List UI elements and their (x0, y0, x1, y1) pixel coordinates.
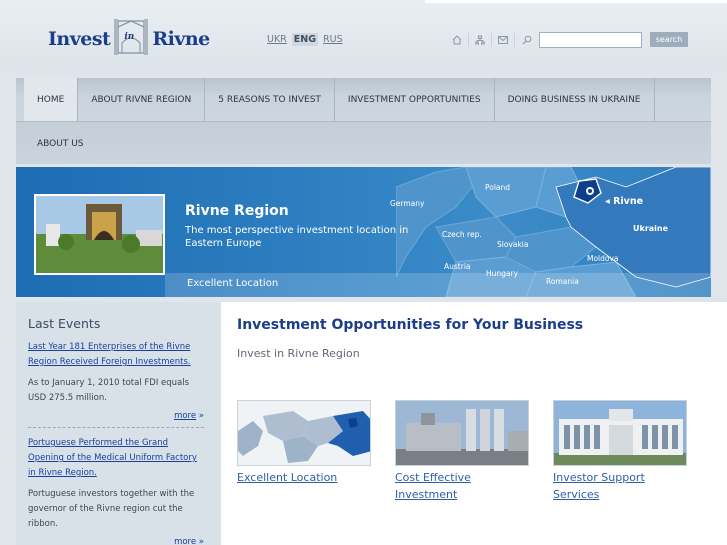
europe-map-thumbnail[interactable] (237, 400, 371, 466)
government-building-thumbnail[interactable] (553, 400, 687, 466)
map-label-slovakia: Slovakia (497, 240, 529, 249)
map-label-moldova: Moldova (587, 254, 619, 263)
logo-word-rivne: Rivne (152, 28, 210, 50)
card-link-cost-effective[interactable]: Cost Effective Investment (395, 469, 529, 503)
logo-word-invest: Invest (48, 28, 111, 50)
event-link[interactable]: Portuguese Performed the Grand Opening o… (28, 436, 204, 481)
nav-row-2: ABOUT US (16, 121, 711, 164)
event-link[interactable]: Last Year 181 Enterprises of the Rivne R… (28, 340, 204, 370)
logo-word-in: in (124, 32, 135, 42)
nav-item-about-us[interactable]: ABOUT US (24, 122, 97, 165)
nav-item-about-rivne-region[interactable]: ABOUT RIVNE REGION (78, 78, 206, 121)
nav-item-home[interactable]: HOME (24, 78, 79, 121)
more-arrow-icon: » (198, 411, 204, 421)
mail-icon[interactable] (492, 33, 515, 47)
main-nav: HOME ABOUT RIVNE REGION 5 REASONS TO INV… (16, 78, 711, 164)
map-label-czech: Czech rep. (442, 230, 482, 239)
banner-photo (34, 194, 165, 275)
event-more: more » (28, 411, 204, 421)
more-link[interactable]: more (174, 537, 196, 545)
event-text: As to January 1, 2010 total FDI equals U… (28, 378, 190, 403)
opportunity-card: Investor Support Services (553, 400, 687, 503)
banner-caption: Excellent Location (187, 278, 279, 289)
language-switcher: UKR ENG RUS (265, 33, 345, 46)
banner-subtitle: The most perspective investment location… (185, 225, 409, 249)
sidebar: Last Events Last Year 181 Enterprises of… (16, 302, 221, 545)
nav-item-5-reasons[interactable]: 5 REASONS TO INVEST (205, 78, 335, 121)
map-label-ukraine: Ukraine (633, 224, 669, 233)
more-link[interactable]: more (174, 411, 196, 421)
map-label-austria: Austria (444, 262, 471, 271)
top-strip (425, 0, 727, 3)
more-arrow-icon: » (198, 537, 204, 545)
hero-banner: Poland Germany Czech rep. Slovakia Austr… (16, 167, 711, 297)
events-list: Last Year 181 Enterprises of the Rivne R… (28, 340, 204, 545)
map-label-rivne: ◂ Rivne (605, 196, 644, 207)
nav-item-doing-business[interactable]: DOING BUSINESS IN UKRAINE (495, 78, 655, 121)
event-more: more » (28, 537, 204, 545)
nav-row-1: HOME ABOUT RIVNE REGION 5 REASONS TO INV… (16, 78, 655, 121)
opportunity-card: Cost Effective Investment (395, 400, 529, 503)
factory-photo-thumbnail[interactable] (395, 400, 529, 466)
event-text: Portuguese investors together with the g… (28, 489, 195, 529)
search-input[interactable] (539, 32, 642, 48)
event-divider (28, 427, 204, 428)
sitemap-icon[interactable] (469, 33, 492, 47)
main-content: Investment Opportunities for Your Busine… (221, 302, 727, 545)
logo-emblem-icon: in (112, 17, 150, 57)
lang-ukr[interactable]: UKR (265, 33, 289, 46)
opportunity-card: Excellent Location (237, 400, 371, 486)
map-label-poland: Poland (485, 183, 511, 192)
nav-item-investment-opportunities[interactable]: INVESTMENT OPPORTUNITIES (335, 78, 495, 121)
logo[interactable]: Invest in Rivne (48, 19, 210, 56)
banner-title: Rivne Region (185, 203, 289, 219)
search-icon[interactable] (515, 33, 538, 47)
home-icon[interactable] (446, 33, 469, 47)
card-link-investor-support[interactable]: Investor Support Services (553, 469, 687, 503)
card-link-excellent-location[interactable]: Excellent Location (237, 469, 371, 486)
map-label-germany: Germany (390, 199, 425, 208)
lang-rus[interactable]: RUS (321, 33, 345, 46)
page-subtitle: Invest in Rivne Region (237, 347, 360, 360)
lang-eng[interactable]: ENG (291, 33, 319, 46)
search-button[interactable]: search (650, 32, 688, 47)
page-title: Investment Opportunities for Your Busine… (237, 317, 584, 333)
header-tools (446, 33, 538, 47)
sidebar-title: Last Events (28, 316, 101, 331)
